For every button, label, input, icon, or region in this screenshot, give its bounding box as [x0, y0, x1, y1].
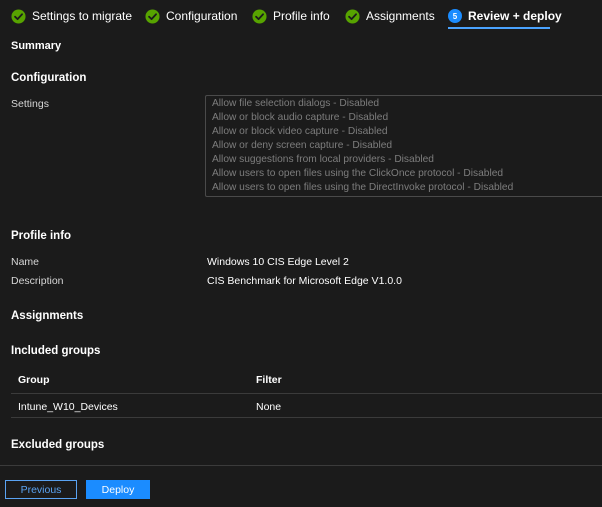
- check-circle-icon: [145, 8, 160, 24]
- name-label: Name: [11, 256, 40, 268]
- summary-heading: Summary: [11, 40, 62, 52]
- name-value: Windows 10 CIS Edge Level 2: [207, 256, 349, 268]
- filter-cell: None: [256, 401, 282, 413]
- description-label: Description: [11, 275, 64, 287]
- setting-item: Allow suggestions from local providers -…: [212, 154, 434, 165]
- active-step-indicator: [448, 27, 550, 29]
- configuration-heading: Configuration: [11, 72, 87, 84]
- footer-divider: [0, 465, 602, 466]
- check-circle-icon: [345, 8, 360, 24]
- step-label: Assignments: [366, 9, 435, 23]
- step-assignments[interactable]: Assignments: [345, 6, 435, 26]
- assignments-heading: Assignments: [11, 310, 84, 322]
- profile-info-heading: Profile info: [11, 230, 72, 242]
- wizard-steps: Settings to migrate Configuration Profil…: [0, 0, 602, 34]
- step-number-icon: 5: [448, 9, 462, 23]
- step-configuration[interactable]: Configuration: [145, 6, 237, 26]
- setting-item: Allow or deny screen capture - Disabled: [212, 140, 393, 151]
- included-groups-table-header: Group Filter: [11, 366, 602, 394]
- group-cell: Intune_W10_Devices: [18, 401, 118, 413]
- step-profile-info[interactable]: Profile info: [252, 6, 330, 26]
- review-deploy-page: Settings to migrate Configuration Profil…: [0, 0, 602, 507]
- excluded-groups-heading: Excluded groups: [11, 439, 105, 451]
- settings-list[interactable]: Allow file selection dialogs - Disabled …: [205, 95, 602, 197]
- table-row: Intune_W10_Devices None: [11, 394, 602, 418]
- description-value: CIS Benchmark for Microsoft Edge V1.0.0: [207, 275, 402, 287]
- step-review-deploy[interactable]: 5 Review + deploy: [448, 6, 562, 26]
- check-circle-icon: [252, 8, 267, 24]
- step-label: Profile info: [273, 9, 330, 23]
- setting-item: Allow users to open files using the Dire…: [212, 182, 514, 193]
- step-label: Settings to migrate: [32, 9, 133, 23]
- step-label: Configuration: [166, 9, 238, 23]
- column-header-filter: Filter: [256, 374, 282, 386]
- setting-item: Allow or block video capture - Disabled: [212, 126, 388, 137]
- step-label: Review + deploy: [468, 9, 562, 23]
- setting-item: Allow or block audio capture - Disabled: [212, 112, 389, 123]
- previous-button[interactable]: Previous: [5, 480, 77, 499]
- check-circle-icon: [11, 8, 26, 24]
- setting-item: Allow file selection dialogs - Disabled: [212, 98, 380, 109]
- column-header-group: Group: [18, 374, 50, 386]
- included-groups-heading: Included groups: [11, 345, 101, 357]
- setting-item: Allow users to open files using the Clic…: [212, 168, 504, 179]
- settings-label: Settings: [11, 98, 49, 110]
- step-settings-to-migrate[interactable]: Settings to migrate: [11, 6, 132, 26]
- deploy-button[interactable]: Deploy: [86, 480, 150, 499]
